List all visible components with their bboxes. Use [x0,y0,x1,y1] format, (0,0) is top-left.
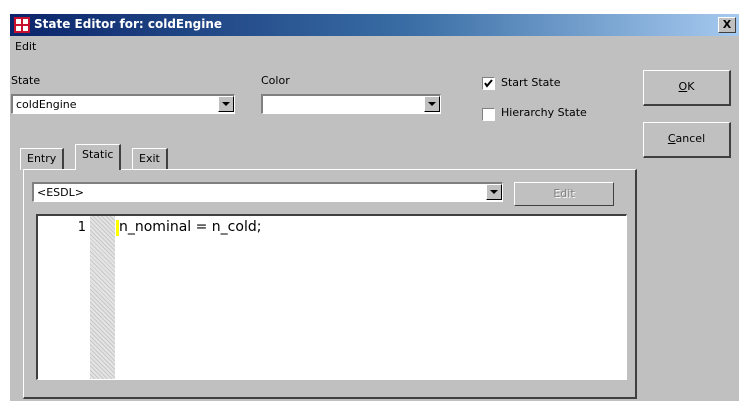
color-label: Color [261,74,290,87]
state-dropdown-button[interactable] [218,96,234,112]
start-state-label[interactable]: Start State [501,76,561,89]
title-bar: State Editor for: coldEngine X [10,14,739,36]
tab-exit[interactable]: Exit [132,148,168,170]
chevron-down-icon [490,190,498,194]
tab-entry[interactable]: Entry [20,148,65,170]
tab-static[interactable]: Static [75,144,122,170]
color-dropdown-button[interactable] [424,96,440,112]
state-value: coldEngine [16,98,77,111]
language-value: <ESDL> [37,186,84,199]
checkmark-icon [484,79,493,88]
color-combobox[interactable] [261,94,441,114]
code-line[interactable]: n_nominal = n_cold; [119,219,261,235]
editor-gutter [90,216,115,379]
language-dropdown-button[interactable] [486,184,502,200]
state-editor-icon [14,17,30,33]
chevron-down-icon [222,102,230,106]
hierarchy-state-label[interactable]: Hierarchy State [501,106,587,119]
window-title: State Editor for: coldEngine [34,17,223,31]
edit-button[interactable]: Edit [514,182,614,206]
state-editor-window: State Editor for: coldEngine X Edit Stat… [10,14,739,401]
hierarchy-state-checkbox[interactable] [482,108,495,121]
close-button[interactable]: X [718,17,736,33]
code-editor[interactable]: 1 n_nominal = n_cold; [36,214,627,380]
state-combobox[interactable]: coldEngine [11,94,235,114]
static-tab-panel: <ESDL> Edit 1 n_nominal = n_cold; [23,169,637,399]
line-number: 1 [77,220,86,235]
cancel-button[interactable]: Cancel [643,122,731,158]
chevron-down-icon [428,102,436,106]
menu-item-edit[interactable]: Edit [15,40,36,53]
language-combobox[interactable]: <ESDL> [32,182,503,202]
ok-button[interactable]: OK [643,70,731,106]
state-label: State [11,74,41,87]
start-state-checkbox[interactable] [482,77,495,90]
